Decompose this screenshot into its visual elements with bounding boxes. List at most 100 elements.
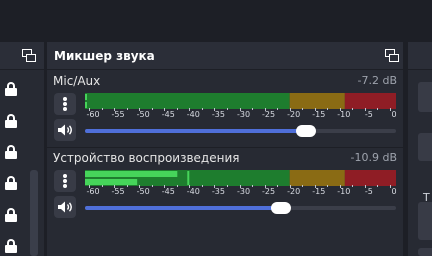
- scale-minor-tick: [226, 108, 228, 110]
- scale-label: -15: [312, 187, 326, 196]
- lock-icon[interactable]: [5, 145, 17, 159]
- scale-label: -60: [86, 187, 100, 196]
- undock-icon[interactable]: [22, 49, 36, 62]
- dock-button[interactable]: [418, 133, 432, 161]
- scale-minor-tick: [277, 185, 279, 187]
- scale-label: -15: [312, 110, 326, 119]
- volume-meter-graphic: [85, 170, 396, 186]
- channel-menu-button[interactable]: [54, 170, 76, 192]
- scale-label: -20: [287, 110, 301, 119]
- sources-scrollbar[interactable]: [30, 170, 38, 256]
- meter-peak-hold: [187, 171, 190, 185]
- channel-volume-db: -7.2 dB: [357, 74, 398, 87]
- lock-icon[interactable]: [5, 239, 17, 253]
- scale-minor-tick: [302, 185, 304, 187]
- scale-label: -55: [111, 187, 125, 196]
- scale-minor-tick: [151, 185, 153, 187]
- meter-scale: -60 -55 -50 -45 -40 -35 -30 -25 -20 -15 -10 -5 0: [85, 185, 397, 199]
- mixer-channel: Устройство воспроизведения -10.9 dB -60 -…: [47, 151, 403, 226]
- scale-label: -25: [262, 110, 276, 119]
- scale-minor-tick: [277, 108, 279, 110]
- scale-minor-tick: [101, 108, 103, 110]
- scale-label: -20: [287, 187, 301, 196]
- meter-scale: -60 -55 -50 -45 -40 -35 -30 -25 -20 -15 -10 -5 0: [85, 108, 397, 122]
- scale-minor-tick: [176, 108, 178, 110]
- scale-minor-tick: [151, 108, 153, 110]
- scale-minor-tick: [352, 185, 354, 187]
- scale-minor-tick: [377, 108, 379, 110]
- scale-minor-tick: [352, 108, 354, 110]
- scale-label: -35: [211, 110, 225, 119]
- controls-dock: T: [408, 42, 432, 256]
- slider-handle[interactable]: [295, 125, 316, 137]
- scale-label: -10: [337, 187, 351, 196]
- scale-minor-tick: [252, 185, 254, 187]
- meter-peak-level: [85, 171, 178, 177]
- audio-mixer-header: Микшер звука: [47, 42, 403, 70]
- slider-handle[interactable]: [270, 202, 291, 214]
- scale-label: -30: [236, 187, 251, 196]
- dock-button[interactable]: [418, 82, 432, 112]
- scale-minor-tick: [126, 185, 128, 187]
- scale-minor-tick: [101, 185, 103, 187]
- scale-label: -35: [211, 187, 225, 196]
- sources-dock-header: [0, 42, 44, 70]
- scale-minor-tick: [226, 185, 228, 187]
- scale-label: -30: [236, 110, 251, 119]
- scale-label: -5: [364, 187, 373, 196]
- scale-label: -45: [161, 110, 175, 119]
- scale-label: -55: [111, 110, 125, 119]
- lock-icon[interactable]: [5, 208, 17, 222]
- volume-meter: [85, 93, 396, 109]
- scale-label: 0: [391, 110, 397, 119]
- channel-volume-db: -10.9 dB: [350, 151, 398, 164]
- lock-icon[interactable]: [5, 114, 17, 128]
- channel-name: Mic/Aux: [53, 74, 101, 88]
- lock-icon[interactable]: [5, 176, 17, 190]
- scale-label: -40: [186, 110, 200, 119]
- scale-minor-tick: [201, 185, 203, 187]
- scale-label: -60: [86, 110, 100, 119]
- scale-minor-tick: [176, 185, 178, 187]
- audio-mixer-panel: Микшер звука Mic/Aux -7.2 dB -60 -55 -50 -4…: [47, 42, 403, 256]
- meter-red-zone: [344, 170, 396, 186]
- controls-dock-header: [408, 42, 432, 70]
- meter-red-zone: [344, 93, 396, 109]
- scale-label: -5: [364, 110, 373, 119]
- scale-minor-tick: [327, 108, 329, 110]
- scale-minor-tick: [252, 108, 254, 110]
- channel-menu-button[interactable]: [54, 93, 76, 115]
- scale-label: -50: [136, 187, 150, 196]
- scale-label: 0: [391, 187, 397, 196]
- dock-button[interactable]: [418, 202, 432, 240]
- speaker-icon-graphic: [58, 124, 72, 136]
- mixer-channel: Mic/Aux -7.2 dB -60 -55 -50 -45 -40 -35 -30 -25…: [47, 74, 403, 149]
- meter-yellow-zone: [289, 93, 345, 109]
- scale-minor-tick: [377, 185, 379, 187]
- volume-meter: [85, 170, 396, 186]
- undock-icon[interactable]: [385, 49, 399, 62]
- volume-slider[interactable]: [85, 201, 396, 215]
- channel-name: Устройство воспроизведения: [53, 151, 240, 165]
- speaker-icon[interactable]: [54, 196, 76, 218]
- scale-minor-tick: [327, 185, 329, 187]
- sources-dock: [0, 42, 44, 256]
- meter-green-zone: [85, 93, 290, 109]
- top-strip: [0, 0, 432, 42]
- scale-label: -10: [337, 110, 351, 119]
- scale-label: -45: [161, 187, 175, 196]
- scale-label: -40: [186, 187, 200, 196]
- scale-minor-tick: [126, 108, 128, 110]
- lock-icon[interactable]: [5, 82, 17, 96]
- meter-yellow-zone: [289, 170, 345, 186]
- volume-slider[interactable]: [85, 124, 396, 138]
- scale-minor-tick: [302, 108, 304, 110]
- dock-button[interactable]: [418, 248, 432, 256]
- panel-title: Микшер звука: [54, 49, 155, 63]
- scale-label: -25: [262, 187, 276, 196]
- scale-label: -50: [136, 110, 150, 119]
- speaker-icon[interactable]: [54, 119, 76, 141]
- slider-fill: [85, 129, 306, 133]
- speaker-icon-graphic: [58, 201, 72, 213]
- channel-divider: [47, 147, 403, 148]
